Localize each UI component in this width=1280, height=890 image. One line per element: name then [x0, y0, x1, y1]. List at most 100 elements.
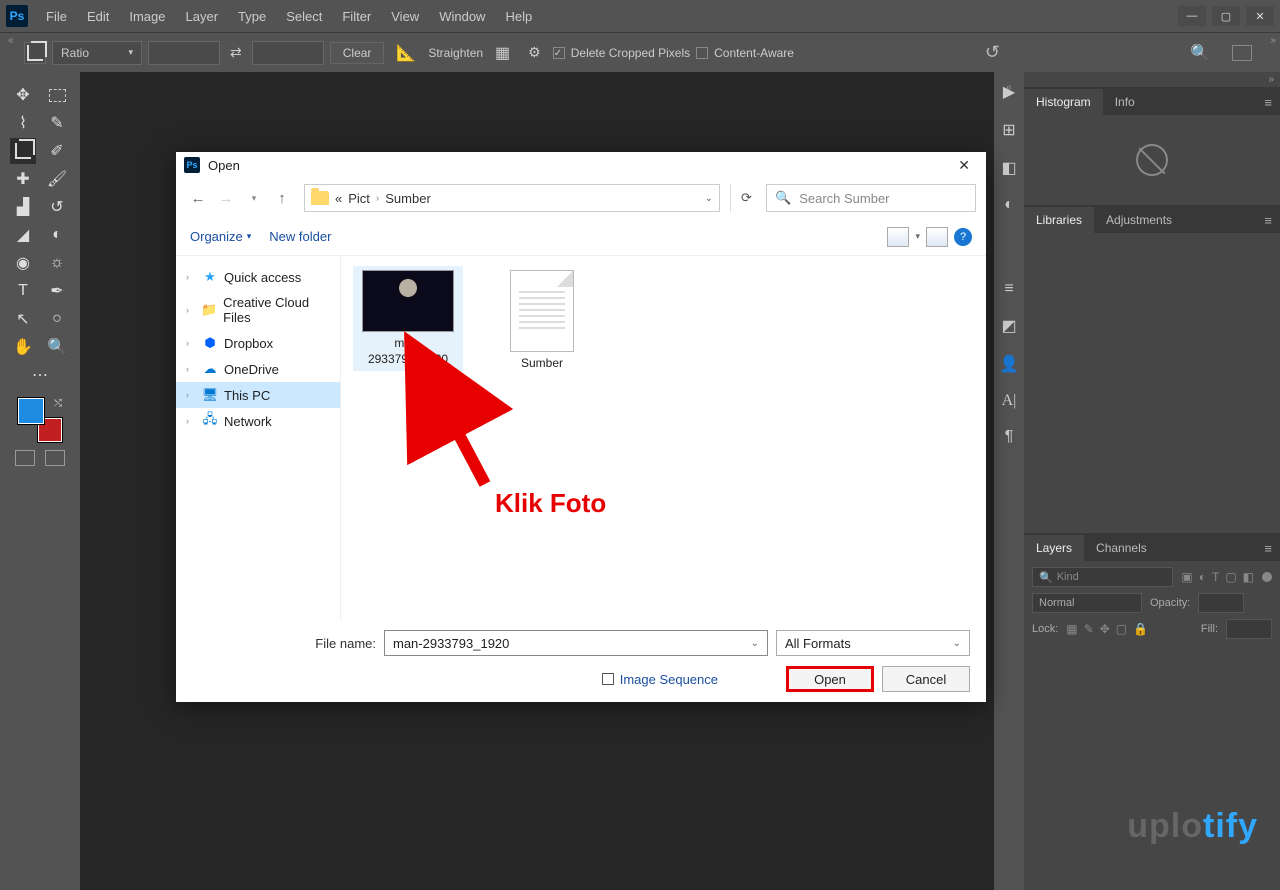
view-layout-button[interactable] [887, 227, 909, 247]
view-dropdown-icon[interactable]: ▾ [915, 231, 920, 242]
sidebar-quick-access[interactable]: ›★Quick access [176, 264, 340, 290]
collapse-right-icon[interactable]: » [1270, 35, 1276, 46]
expand-strip-icon[interactable]: « [1006, 82, 1012, 93]
clear-button[interactable]: Clear [330, 42, 385, 64]
breadcrumb-seg2[interactable]: Sumber [385, 191, 431, 206]
window-minimize-button[interactable]: — [1178, 6, 1206, 26]
sidebar-dropbox[interactable]: ›⬢Dropbox [176, 330, 340, 356]
nav-forward-button[interactable]: → [214, 186, 238, 210]
zoom-tool-icon[interactable]: 🔍 [44, 334, 70, 360]
layer-filter-kind[interactable]: 🔍Kind [1032, 567, 1173, 587]
files-grid[interactable]: man-2933793_1920 Sumber Klik Foto [340, 256, 986, 620]
filename-input[interactable]: man-2933793_1920⌄ [384, 630, 768, 656]
pen-tool-icon[interactable]: ✒ [44, 278, 70, 304]
brush-tool-icon[interactable]: 🖌 [44, 166, 70, 192]
open-button[interactable]: Open [786, 666, 874, 692]
path-select-tool-icon[interactable]: ↖ [10, 306, 36, 332]
gradient-tool-icon[interactable]: ◐ [44, 222, 70, 248]
eyedropper-tool-icon[interactable]: ✐ [44, 138, 70, 164]
quick-mask-icon[interactable] [45, 450, 65, 466]
aspect-ratio-dropdown[interactable]: Ratio▾ [52, 41, 142, 65]
blur-tool-icon[interactable]: ◉ [10, 250, 36, 276]
arrange-documents-icon[interactable] [1232, 45, 1252, 61]
nav-up-button[interactable]: ↑ [270, 186, 294, 210]
opacity-input[interactable] [1198, 593, 1244, 613]
file-item-doc[interactable]: Sumber [487, 266, 597, 376]
lock-icons[interactable]: ▦✎✥▢🔒 [1066, 622, 1148, 636]
reset-crop-icon[interactable]: ↺ [985, 42, 1000, 63]
dialog-close-button[interactable]: ✕ [950, 157, 978, 174]
clone-stamp-tool-icon[interactable]: ▟ [10, 194, 36, 220]
help-button[interactable]: ? [954, 228, 972, 246]
move-tool-icon[interactable]: ✥ [10, 82, 36, 108]
fill-input[interactable] [1226, 619, 1272, 639]
eraser-tool-icon[interactable]: ◢ [10, 222, 36, 248]
dodge-tool-icon[interactable]: ☼ [44, 250, 70, 276]
hand-tool-icon[interactable]: ✋ [10, 334, 36, 360]
menu-window[interactable]: Window [429, 9, 495, 24]
filter-toggle-icon[interactable] [1262, 572, 1272, 582]
sidebar-this-pc[interactable]: ›🖥This PC [176, 382, 340, 408]
sidebar-creative-cloud[interactable]: ›📁Creative Cloud Files [176, 290, 340, 330]
content-aware-checkbox[interactable]: Content-Aware [696, 46, 794, 60]
search-icon[interactable]: 🔍 [1190, 43, 1210, 63]
color-icon[interactable]: ◐ [1004, 196, 1014, 214]
straighten-ruler-icon[interactable]: 📐 [390, 43, 422, 63]
healing-brush-tool-icon[interactable]: ✚ [10, 166, 36, 192]
blend-mode-dropdown[interactable]: Normal [1032, 593, 1142, 613]
paragraph-icon[interactable]: ¶ [1005, 428, 1014, 446]
swap-colors-icon[interactable]: ⤭ [54, 398, 62, 409]
swap-dimensions-icon[interactable]: ⇄ [226, 44, 246, 61]
menu-edit[interactable]: Edit [77, 9, 119, 24]
quick-select-tool-icon[interactable]: ✎ [44, 110, 70, 136]
tab-layers[interactable]: Layers [1024, 535, 1084, 561]
sidebar-network[interactable]: ›🖧Network [176, 408, 340, 434]
straighten-label[interactable]: Straighten [428, 46, 483, 60]
foreground-color-swatch[interactable] [18, 398, 44, 424]
crop-height-input[interactable] [252, 41, 324, 65]
menu-view[interactable]: View [381, 9, 429, 24]
menu-help[interactable]: Help [495, 9, 542, 24]
properties-icon[interactable]: ⊞ [1002, 120, 1015, 140]
history-brush-tool-icon[interactable]: ↺ [44, 194, 70, 220]
tab-libraries[interactable]: Libraries [1024, 207, 1094, 233]
tab-histogram[interactable]: Histogram [1024, 89, 1103, 115]
breadcrumb-seg1[interactable]: Pict [348, 191, 370, 206]
nav-back-button[interactable]: ← [186, 186, 210, 210]
window-close-button[interactable]: ✕ [1246, 6, 1274, 26]
tab-info[interactable]: Info [1103, 89, 1147, 115]
type-tool-icon[interactable]: T [10, 278, 36, 304]
sidebar-onedrive[interactable]: ›☁OneDrive [176, 356, 340, 382]
glyph-a-icon[interactable]: A| [1002, 392, 1017, 410]
collapse-panels-icon[interactable]: » [1262, 72, 1280, 87]
cancel-button[interactable]: Cancel [882, 666, 970, 692]
search-input[interactable]: 🔍 Search Sumber [766, 184, 976, 212]
menu-filter[interactable]: Filter [332, 9, 381, 24]
file-item-image[interactable]: man-2933793_1920 [353, 266, 463, 371]
menu-select[interactable]: Select [276, 9, 332, 24]
crop-tool-icon[interactable] [10, 138, 36, 164]
more-tools-icon[interactable]: ⋯ [27, 362, 53, 388]
menu-type[interactable]: Type [228, 9, 276, 24]
brushes-icon[interactable]: ≡ [1004, 280, 1013, 298]
patterns-icon[interactable]: ◩ [1001, 316, 1016, 336]
collapse-left-icon[interactable]: « [8, 35, 14, 46]
tab-channels[interactable]: Channels [1084, 535, 1159, 561]
character-icon[interactable]: 👤 [999, 354, 1019, 374]
menu-file[interactable]: File [36, 9, 77, 24]
delete-cropped-checkbox[interactable]: Delete Cropped Pixels [553, 46, 690, 60]
format-dropdown[interactable]: All Formats⌄ [776, 630, 970, 656]
new-folder-button[interactable]: New folder [269, 229, 331, 244]
preview-pane-button[interactable] [926, 227, 948, 247]
organize-button[interactable]: Organize▾ [190, 229, 251, 244]
color-swatches[interactable]: ⤭ [18, 398, 62, 442]
refresh-button[interactable]: ⟳ [730, 184, 762, 212]
standard-mode-icon[interactable] [15, 450, 35, 466]
menu-layer[interactable]: Layer [176, 9, 229, 24]
panel-menu-icon[interactable]: ≡ [1264, 541, 1272, 556]
marquee-tool-icon[interactable] [44, 82, 70, 108]
crop-options-gear-icon[interactable]: ⚙ [522, 44, 547, 61]
swatches-icon[interactable]: ◧ [1001, 158, 1016, 178]
layer-filter-icons[interactable]: ▣◐T▢◧ [1181, 570, 1254, 584]
image-sequence-checkbox[interactable]: Image Sequence [602, 672, 718, 687]
